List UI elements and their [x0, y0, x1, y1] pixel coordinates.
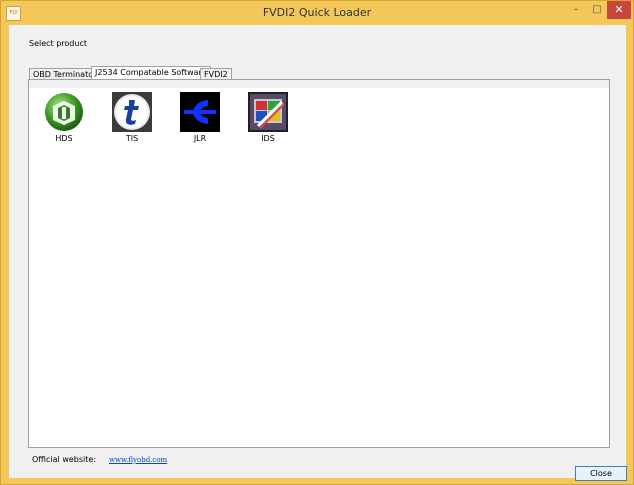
product-jlr[interactable]: JLR [178, 92, 222, 143]
tis-icon [112, 92, 152, 132]
product-label: HDS [55, 134, 73, 143]
product-label: IDS [261, 134, 275, 143]
official-website-label: Official website: [32, 455, 97, 464]
main-window: FLY FVDI2 Quick Loader – □ ✕ Select prod… [0, 0, 634, 485]
panel-header-strip [29, 80, 609, 88]
minimize-button[interactable]: – [565, 1, 587, 19]
client-area: Select product OBD Terminator J2534 Comp… [9, 25, 627, 481]
product-hds[interactable]: HDS [42, 92, 86, 143]
product-tis[interactable]: TIS [110, 92, 154, 143]
website-link[interactable]: www.flyobd.com [109, 456, 167, 464]
product-label: TIS [125, 134, 139, 143]
title-bar[interactable]: FLY FVDI2 Quick Loader – □ ✕ [1, 1, 633, 25]
window-title: FVDI2 Quick Loader [262, 6, 372, 19]
product-ids[interactable]: IDS [246, 92, 290, 143]
close-button[interactable]: Close [575, 466, 627, 481]
window-close-button[interactable]: ✕ [607, 1, 631, 19]
hds-icon [44, 92, 84, 132]
ids-icon [248, 92, 288, 132]
jlr-icon [180, 92, 220, 132]
products-panel: HDS TIS JLR IDS [28, 79, 610, 448]
product-label: JLR [193, 134, 207, 143]
select-product-label: Select product [29, 39, 87, 48]
maximize-button[interactable]: □ [586, 1, 608, 19]
